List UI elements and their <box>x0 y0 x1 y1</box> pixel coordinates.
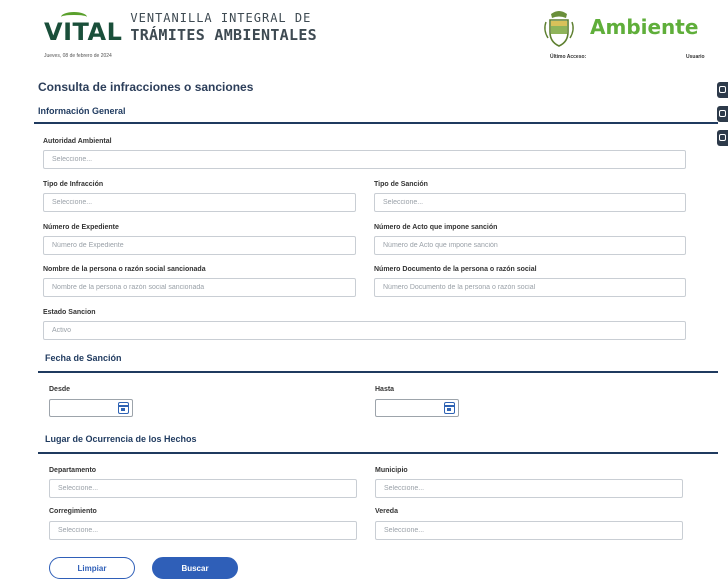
vereda-label: Vereda <box>375 508 398 515</box>
autoridad-select[interactable] <box>43 150 686 169</box>
vital-subtitle: VENTANILLA INTEGRAL DE TRÁMITES AMBIENTA… <box>130 10 317 44</box>
autoridad-label: Autoridad Ambiental <box>43 138 112 145</box>
side-tab-icon <box>719 134 726 141</box>
search-button[interactable]: Buscar <box>152 557 238 579</box>
vital-wordmark: VITAL <box>44 12 123 46</box>
section-fecha-divider <box>38 371 718 373</box>
departamento-select[interactable] <box>49 479 357 498</box>
vital-line-1: VENTANILLA INTEGRAL DE <box>130 11 312 25</box>
ministry-logo[interactable]: Ambiente <box>542 8 698 48</box>
section-lugar-title: Lugar de Ocurrencia de los Hechos <box>45 434 197 444</box>
documento-input[interactable] <box>374 278 686 297</box>
leaf-icon <box>61 12 87 22</box>
section-fecha-title: Fecha de Sanción <box>45 353 122 363</box>
estado-select[interactable] <box>43 321 686 340</box>
nombre-input[interactable] <box>43 278 356 297</box>
ministry-name: Ambiente <box>590 15 699 39</box>
vital-word-text: VITAL <box>44 18 123 46</box>
clear-button[interactable]: Limpiar <box>49 557 135 579</box>
municipio-label: Municipio <box>375 467 408 474</box>
vereda-select[interactable] <box>375 521 683 540</box>
side-tab-icon <box>719 110 726 117</box>
desde-label: Desde <box>49 386 71 393</box>
corregimiento-select[interactable] <box>49 521 357 540</box>
side-tab-1[interactable] <box>717 82 728 98</box>
section-general-divider <box>34 122 718 124</box>
section-lugar-divider <box>38 452 718 454</box>
tipo-infraccion-select[interactable] <box>43 193 356 212</box>
hasta-label: Hasta <box>375 386 395 393</box>
municipio-select[interactable] <box>375 479 683 498</box>
nombre-label: Nombre de la persona o razón social sanc… <box>43 266 206 273</box>
hasta-date-input[interactable] <box>375 399 459 417</box>
side-tab-icon <box>719 86 726 93</box>
page-title: Consulta de infracciones o sanciones <box>38 80 254 94</box>
corregimiento-label: Corregimiento <box>49 508 97 515</box>
tipo-sancion-select[interactable] <box>374 193 686 212</box>
vital-line-2: TRÁMITES AMBIENTALES <box>130 26 318 44</box>
departamento-label: Departamento <box>49 467 97 474</box>
header: VITAL VENTANILLA INTEGRAL DE TRÁMITES AM… <box>0 0 728 70</box>
side-tab-3[interactable] <box>717 130 728 146</box>
acto-label: Número de Acto que impone sanción <box>374 224 498 231</box>
user-link[interactable]: Usuario <box>686 54 705 60</box>
tipo-infraccion-label: Tipo de Infracción <box>43 181 104 188</box>
desde-date-input[interactable] <box>49 399 133 417</box>
last-access-label: Último Acceso: <box>550 54 587 60</box>
calendar-icon[interactable] <box>444 402 455 414</box>
calendar-icon[interactable] <box>118 402 129 414</box>
documento-label: Número Documento de la persona o razón s… <box>374 266 537 273</box>
tipo-sancion-label: Tipo de Sanción <box>374 181 428 188</box>
expediente-input[interactable] <box>43 236 356 255</box>
acto-input[interactable] <box>374 236 686 255</box>
estado-label: Estado Sancion <box>43 309 96 316</box>
side-tab-2[interactable] <box>717 106 728 122</box>
colombia-crest-icon <box>542 8 576 48</box>
current-date: Jueves, 08 de febrero de 2024 <box>44 53 112 59</box>
expediente-label: Número de Expediente <box>43 224 119 231</box>
section-general-title: Información General <box>38 106 126 116</box>
vital-logo[interactable]: VITAL VENTANILLA INTEGRAL DE TRÁMITES AM… <box>44 10 317 44</box>
